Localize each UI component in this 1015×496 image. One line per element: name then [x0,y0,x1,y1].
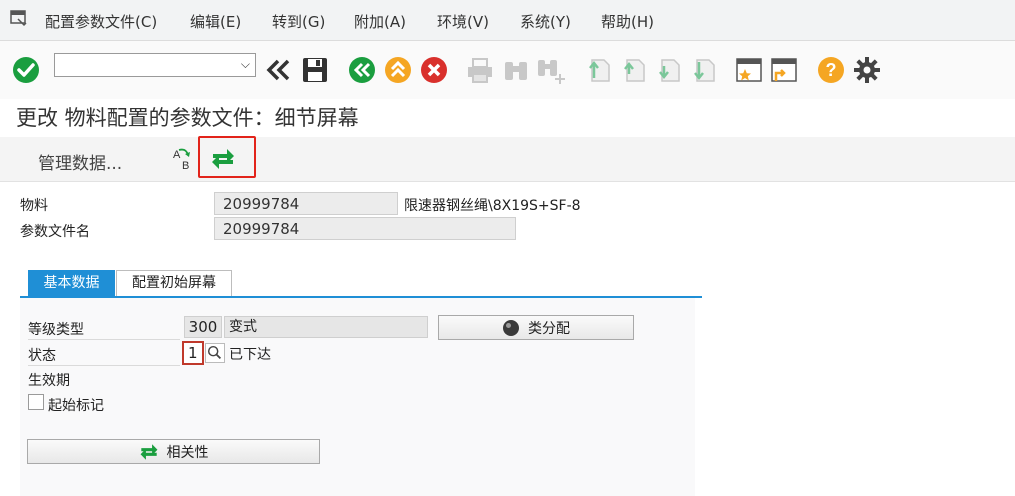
svg-text:?: ? [826,60,837,80]
page-title: 更改 物料配置的参数文件：细节屏幕 [16,106,359,130]
manage-data-button[interactable]: 管理数据... [38,149,122,174]
status-description: 已下达 [229,347,271,363]
dependency-icon [140,443,157,460]
dependency-button[interactable]: 相关性 [27,439,320,464]
shortcut-icon[interactable] [768,54,800,86]
menu-edit[interactable]: 编辑(E) [190,11,241,32]
start-flag-checkbox[interactable] [28,394,44,410]
menu-bar: 配置参数文件(C) 编辑(E) 转到(G) 附加(A) 环境(V) 系统(Y) … [0,0,1015,41]
cancel-icon[interactable] [418,54,450,86]
status-input[interactable]: 1 [182,341,204,365]
start-flag-label: 起始标记 [48,398,104,414]
class-ball-icon [503,319,519,336]
chevron-down-icon[interactable]: ⌵ [241,57,250,72]
class-type-label: 等级类型 [28,322,84,338]
menu-config-profile[interactable]: 配置参数文件(C) [45,11,157,32]
print-icon[interactable] [464,54,496,86]
double-back-icon[interactable] [262,54,294,86]
menu-system[interactable]: 系统(Y) [520,11,571,32]
row-divider [28,339,180,340]
profile-name-field: 20999784 [214,217,516,240]
class-assignment-label: 类分配 [528,320,570,337]
menu-environment[interactable]: 环境(V) [437,11,489,32]
status-label: 状态 [28,348,56,364]
menu-extras[interactable]: 附加(A) [354,11,406,32]
menu-goto[interactable]: 转到(G) [272,11,325,32]
gear-icon[interactable] [851,54,883,86]
last-page-icon[interactable] [687,54,719,86]
help-icon[interactable]: ? [815,54,847,86]
dependency-label: 相关性 [166,444,209,461]
command-field[interactable]: ⌵ [54,53,256,77]
row-divider [28,365,180,366]
class-type-description: 变式 [224,316,428,338]
exit-icon[interactable] [382,54,414,86]
tab-basic-data[interactable]: 基本数据 [28,270,115,296]
material-field: 20999784 [214,192,398,215]
material-label: 物料 [20,198,48,214]
class-type-field: 300 [184,316,222,338]
svg-text:B: B [182,160,189,172]
back-icon[interactable] [346,54,378,86]
tab-config-initial-screen[interactable]: 配置初始屏幕 [116,270,232,296]
previous-page-icon[interactable] [617,54,649,86]
enter-check-icon[interactable] [10,54,42,86]
next-page-icon[interactable] [652,54,684,86]
material-description: 限速器钢丝绳\8X19S+SF-8 [404,198,581,214]
svg-text:A: A [173,149,181,161]
search-icon[interactable] [205,343,225,363]
new-session-icon[interactable] [733,54,765,86]
valid-from-label: 生效期 [28,373,70,389]
class-assignment-button[interactable]: 类分配 [438,315,634,340]
menu-toggle-icon[interactable] [10,10,28,28]
find-next-icon[interactable] [534,54,566,86]
first-page-icon[interactable] [582,54,614,86]
find-icon[interactable] [500,54,532,86]
dependency-icon[interactable] [210,146,236,172]
command-input[interactable] [57,55,237,77]
profile-name-label: 参数文件名 [20,224,90,240]
menu-help[interactable]: 帮助(H) [601,11,654,32]
application-toolbar: 管理数据... A B [0,136,1015,182]
save-icon[interactable] [299,54,331,86]
ab-change-icon[interactable]: A B [170,146,196,172]
